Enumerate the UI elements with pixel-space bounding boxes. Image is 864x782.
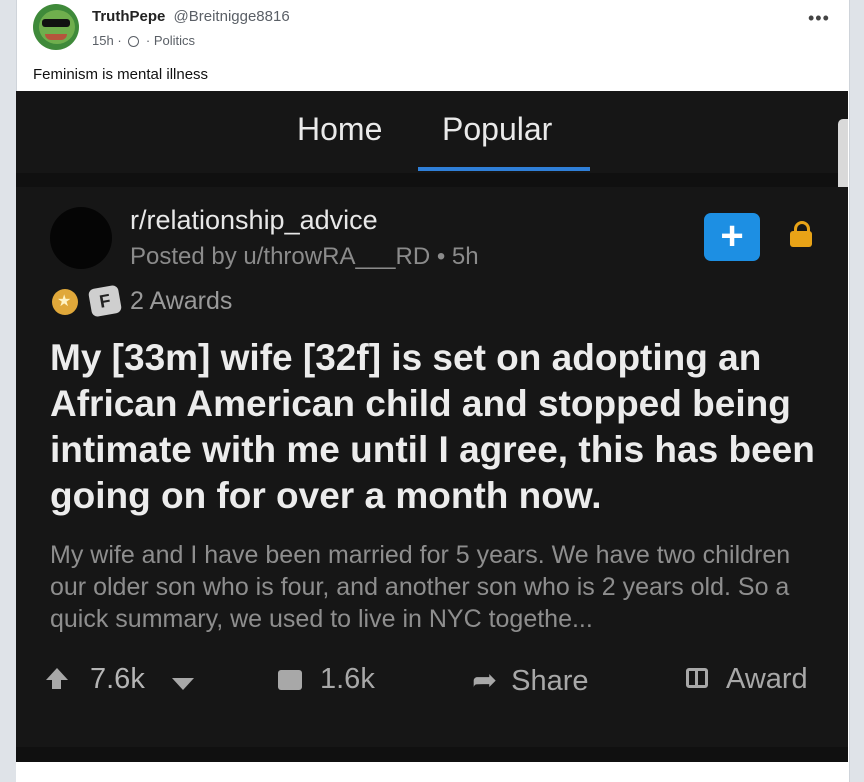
avatar[interactable]: [33, 4, 79, 50]
subreddit-name: r/relationship_advice: [130, 205, 378, 235]
comment-count: 1.6k: [320, 663, 375, 695]
avatar-mouth: [45, 34, 67, 40]
gift-icon: [686, 668, 708, 688]
vote-count: 7.6k: [90, 663, 145, 695]
separator-dot: ·: [117, 33, 126, 48]
post-meta: 15h · · Politics: [92, 33, 195, 48]
subreddit-avatar: [50, 207, 112, 269]
post-time[interactable]: 15h: [92, 33, 114, 48]
screenshot-bottom-bar: [16, 747, 848, 762]
award-f-icon: F: [87, 284, 123, 318]
tab-popular: Popular: [442, 111, 553, 147]
downvote-icon: [172, 663, 194, 696]
author-name[interactable]: TruthPepe: [92, 8, 165, 25]
next-post-edge: [16, 762, 848, 782]
awards-count: 2 Awards: [130, 287, 233, 315]
author-row: TruthPepe @Breitnigge8816: [92, 8, 290, 25]
reddit-post-card: r/relationship_advice Posted by u/throwR…: [16, 187, 848, 747]
embedded-screenshot[interactable]: Home Popular r/relationship_advice Poste…: [16, 91, 848, 762]
reddit-post-excerpt: My wife and I have been married for 5 ye…: [50, 541, 791, 633]
post-category[interactable]: Politics: [154, 33, 195, 48]
author-handle[interactable]: @Breitnigge8816: [174, 8, 290, 25]
award-label: Award: [726, 663, 808, 695]
share-label: Share: [511, 665, 589, 697]
lock-icon: [790, 221, 812, 247]
comments-action: 1.6k: [278, 663, 375, 696]
more-options-button[interactable]: •••: [808, 8, 830, 29]
reddit-tab-bar: Home Popular: [16, 91, 848, 173]
upvote-icon: [46, 663, 68, 696]
reddit-action-bar: 7.6k 1.6k ➦ Share Award: [16, 663, 848, 713]
post-text: Feminism is mental illness: [33, 66, 209, 83]
posted-by: Posted by u/throwRA___RD • 5h: [130, 243, 479, 270]
comment-icon: [278, 670, 302, 690]
active-tab-indicator: [418, 167, 590, 171]
award-star-icon: [52, 289, 78, 315]
share-icon: ➦: [472, 664, 498, 697]
join-button: +: [704, 213, 760, 261]
award-action: Award: [686, 663, 808, 696]
tab-home: Home: [297, 111, 383, 147]
separator-dot: ·: [145, 33, 154, 48]
globe-icon: [128, 36, 140, 47]
share-action: ➦ Share: [472, 663, 589, 698]
avatar-glasses: [42, 19, 70, 27]
reddit-post-title: My [33m] wife [32f] is set on adopting a…: [50, 337, 815, 516]
post-header: TruthPepe @Breitnigge8816 15h · · Politi…: [16, 4, 848, 58]
